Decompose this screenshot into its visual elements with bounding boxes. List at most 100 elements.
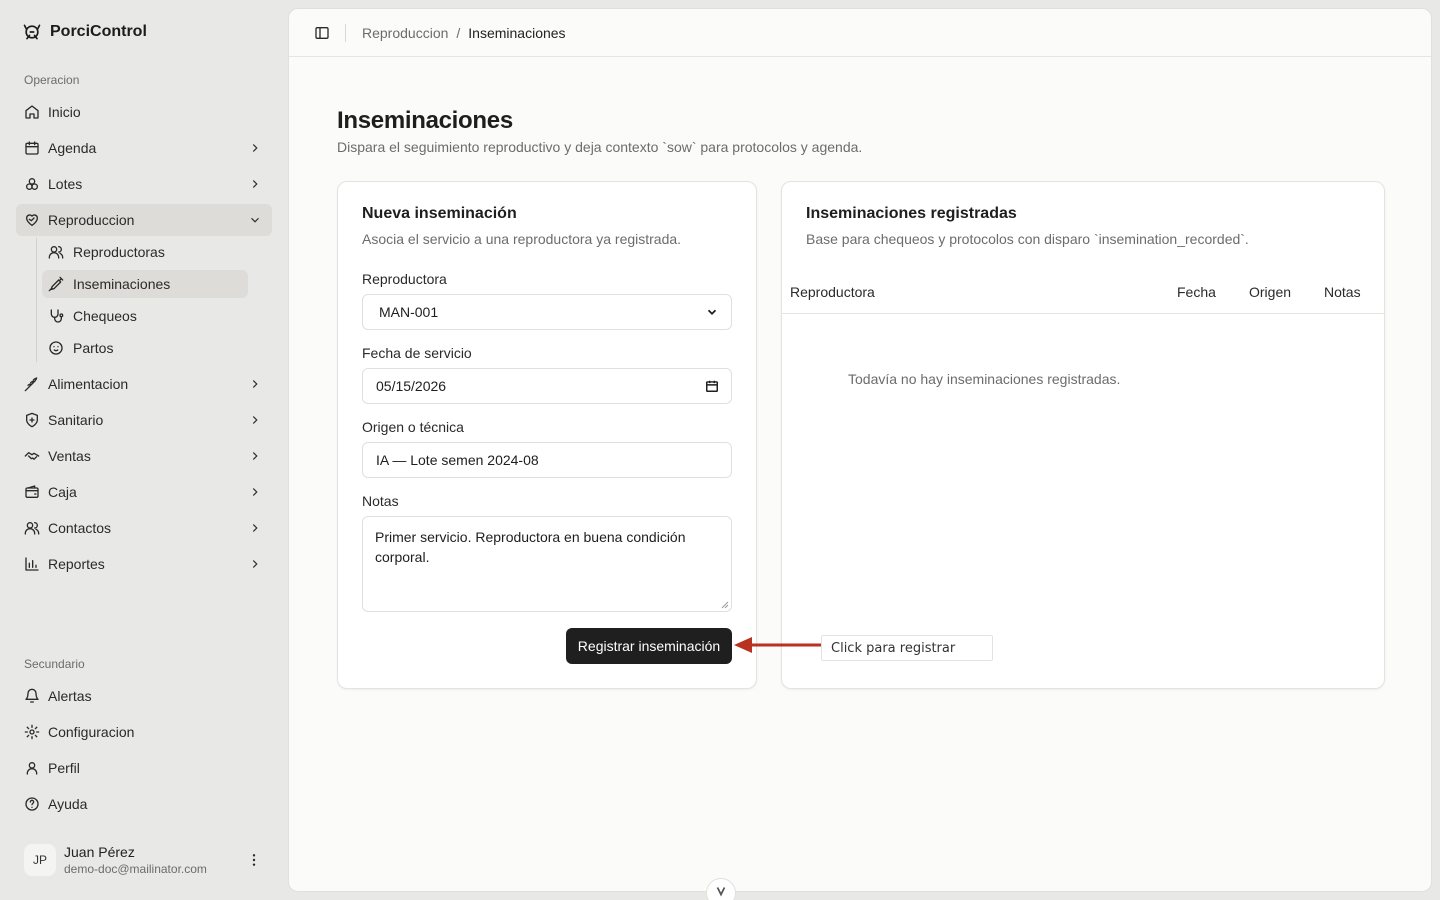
annotation-arrow [734,637,822,653]
chevron-right-icon [252,452,258,460]
group-label-operacion: Operacion [24,73,80,87]
chevron-right-icon [252,416,258,424]
chevron-right-icon [252,380,258,388]
chevron-right-icon [252,488,258,496]
fecha-input[interactable]: 05/15/2026 [362,368,732,404]
sidebar-item-alertas[interactable]: Alertas [16,680,272,712]
sidebar-subitem-label: Chequeos [73,308,137,324]
sidebar-item-ayuda[interactable]: Ayuda [16,788,272,820]
wallet-icon [24,484,40,500]
help-circle-icon [24,796,40,812]
origen-input[interactable]: IA — Lote semen 2024-08 [362,442,732,478]
scroll-down-button[interactable] [706,878,736,900]
fecha-label: Fecha de servicio [362,345,472,361]
submenu-guide-line [36,238,37,362]
notas-label: Notas [362,493,399,509]
wheat-icon [24,376,40,392]
sidebar-subitem-chequeos[interactable]: Chequeos [42,302,248,330]
brand-name: PorciControl [50,23,147,40]
breadcrumb-parent[interactable]: Reproduccion [362,25,448,41]
breadcrumb-current: Inseminaciones [468,25,566,41]
heart-handshake-icon [24,212,40,228]
user-icon [24,760,40,776]
sidebar-item-label: Ventas [48,448,91,464]
sidebar-item-contactos[interactable]: Contactos [16,512,272,544]
sidebar-item-reproduccion[interactable]: Reproduccion [16,204,272,236]
sidebar-item-label: Sanitario [48,412,104,428]
calendar-icon [24,140,40,156]
inseminations-list-card: Inseminaciones registradas Base para che… [781,181,1385,689]
origen-label: Origen o técnica [362,419,464,435]
notas-value: Primer servicio. Reproductora en buena c… [375,529,686,565]
sidebar-item-label: Reportes [48,556,105,572]
user-menu-trigger[interactable]: JP Juan Pérez demo-doc@mailinator.com [16,836,272,884]
sidebar-subitem-label: Inseminaciones [73,276,171,292]
resize-handle-icon[interactable] [721,601,729,609]
main-content: Reproduccion / Inseminaciones Inseminaci… [288,8,1432,892]
reproductora-value: MAN-001 [379,304,439,320]
origen-value: IA — Lote semen 2024-08 [376,452,539,468]
column-header-reproductora[interactable]: Reproductora [790,284,875,300]
fecha-value: 05/15/2026 [376,378,447,394]
home-icon [24,104,40,120]
handshake-icon [24,448,40,464]
sidebar-item-label: Alimentacion [48,376,129,392]
card-subtitle: Base para chequeos y protocolos con disp… [806,231,1249,247]
card-title: Inseminaciones registradas [806,205,1017,222]
column-header-origen[interactable]: Origen [1249,284,1291,300]
sidebar-item-label: Perfil [48,760,80,776]
sidebar-item-agenda[interactable]: Agenda [16,132,272,164]
sidebar-subitem-reproductoras[interactable]: Reproductoras [42,238,248,266]
chevron-down-icon [707,309,717,315]
avatar: JP [24,844,56,876]
column-header-fecha[interactable]: Fecha [1177,284,1216,300]
boxes-icon [24,176,40,192]
brand[interactable]: PorciControl [22,20,147,44]
sidebar-item-configuracion[interactable]: Configuracion [16,716,272,748]
sidebar-subitem-inseminaciones[interactable]: Inseminaciones [42,270,248,298]
sidebar-item-perfil[interactable]: Perfil [16,752,272,784]
breadcrumb-separator: / [456,25,461,41]
chevron-right-icon [252,524,258,532]
gear-icon [24,724,40,740]
baby-icon [48,340,64,356]
card-title: Nueva inseminación [362,205,517,222]
topbar-divider [345,24,346,42]
empty-state-text: Todavía no hay inseminaciones registrada… [848,371,1121,387]
sidebar-item-sanitario[interactable]: Sanitario [16,404,272,436]
topbar: Reproduccion / Inseminaciones [289,9,1431,57]
chevron-down-icon [716,887,726,897]
reproductora-label: Reproductora [362,271,447,287]
pig-logo-icon [23,24,41,40]
chevron-right-icon [252,180,258,188]
sidebar-subitem-partos[interactable]: Partos [42,334,248,362]
page-subtitle: Dispara el seguimiento reproductivo y de… [337,139,863,155]
sidebar-toggle-icon[interactable] [314,25,330,41]
sidebar-item-caja[interactable]: Caja [16,476,272,508]
user-name: Juan Pérez [64,844,135,860]
chevron-right-icon [252,560,258,568]
reproductora-select[interactable]: MAN-001 [362,294,732,330]
calendar-icon[interactable] [705,379,719,393]
chevron-right-icon [252,144,258,152]
sidebar-item-label: Agenda [48,140,97,156]
sidebar-item-label: Ayuda [48,796,88,812]
stethoscope-icon [48,308,64,324]
notas-textarea[interactable]: Primer servicio. Reproductora en buena c… [362,516,732,612]
sidebar-item-label: Contactos [48,520,112,536]
column-header-notas[interactable]: Notas [1324,284,1361,300]
syringe-icon [48,276,64,292]
bell-icon [24,688,40,704]
sidebar-item-lotes[interactable]: Lotes [16,168,272,200]
card-subtitle: Asocia el servicio a una reproductora ya… [362,231,682,247]
sidebar-item-inicio[interactable]: Inicio [16,96,272,128]
registrar-inseminacion-button[interactable]: Registrar inseminación [566,628,732,664]
table-header: Reproductora Fecha Origen Notas [782,272,1384,314]
contacts-icon [24,520,40,536]
more-vertical-icon[interactable] [246,852,262,868]
sidebar-item-ventas[interactable]: Ventas [16,440,272,472]
sidebar-item-label: Inicio [48,104,81,120]
sidebar-item-alimentacion[interactable]: Alimentacion [16,368,272,400]
sidebar: PorciControl Operacion Inicio Agenda Lot… [0,0,280,900]
sidebar-item-reportes[interactable]: Reportes [16,548,272,580]
